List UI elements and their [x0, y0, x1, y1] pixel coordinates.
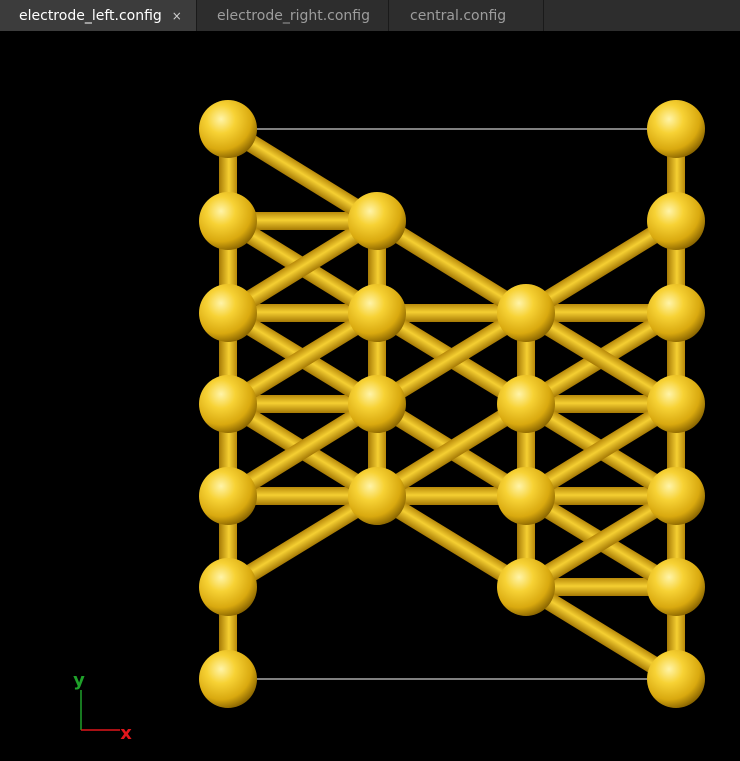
gold-atom[interactable]	[199, 192, 257, 250]
tab-label: electrode_left.config	[19, 7, 162, 24]
close-icon[interactable]: ×	[172, 9, 182, 23]
gold-atom[interactable]	[497, 558, 555, 616]
gold-atom[interactable]	[199, 467, 257, 525]
tab-electrode-left-config[interactable]: electrode_left.config ×	[0, 0, 197, 31]
structure-canvas[interactable]: y x	[0, 31, 740, 761]
gold-atom[interactable]	[199, 100, 257, 158]
gold-atom[interactable]	[348, 192, 406, 250]
gold-atom[interactable]	[497, 375, 555, 433]
gold-atom[interactable]	[199, 375, 257, 433]
tab-label: electrode_right.config	[217, 7, 371, 24]
gold-atom[interactable]	[497, 467, 555, 525]
gold-atom[interactable]	[348, 467, 406, 525]
gold-atom[interactable]	[647, 100, 705, 158]
bond-group	[219, 121, 685, 687]
gold-atom[interactable]	[348, 284, 406, 342]
x-axis-label: x	[120, 723, 132, 744]
gold-atom[interactable]	[647, 558, 705, 616]
structure-viewport[interactable]: y x	[0, 31, 740, 761]
gold-atom[interactable]	[199, 284, 257, 342]
gold-atom[interactable]	[348, 375, 406, 433]
gold-atom[interactable]	[647, 650, 705, 708]
gold-atom[interactable]	[199, 650, 257, 708]
gold-atom[interactable]	[647, 192, 705, 250]
gold-atom[interactable]	[199, 558, 257, 616]
gold-atom[interactable]	[647, 284, 705, 342]
tab-bar: electrode_left.config × electrode_right.…	[0, 0, 740, 31]
tab-label: central.config	[410, 7, 507, 24]
axes-indicator: y x	[73, 670, 132, 744]
tab-electrode-right-config[interactable]: electrode_right.config	[197, 0, 389, 31]
gold-atom[interactable]	[647, 375, 705, 433]
y-axis-label: y	[73, 670, 85, 691]
gold-atom[interactable]	[647, 467, 705, 525]
gold-atom[interactable]	[497, 284, 555, 342]
tab-central-config[interactable]: central.config	[389, 0, 544, 31]
